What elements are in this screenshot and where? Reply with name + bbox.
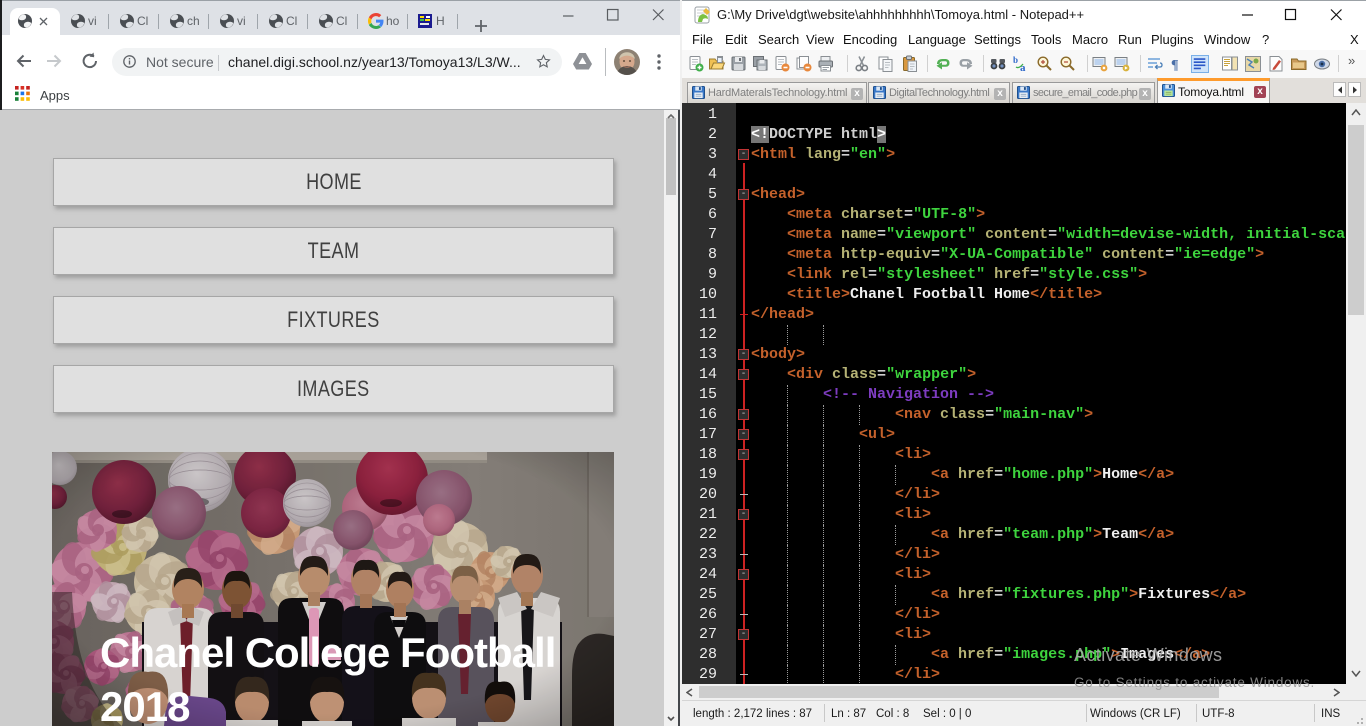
svg-text:Chanel College Football: Chanel College Football [100,629,555,676]
svg-text:¶: ¶ [1171,58,1179,73]
svg-text:a: a [1020,62,1026,73]
svg-text:2018: 2018 [100,683,190,726]
svg-text:b: b [1013,55,1018,65]
